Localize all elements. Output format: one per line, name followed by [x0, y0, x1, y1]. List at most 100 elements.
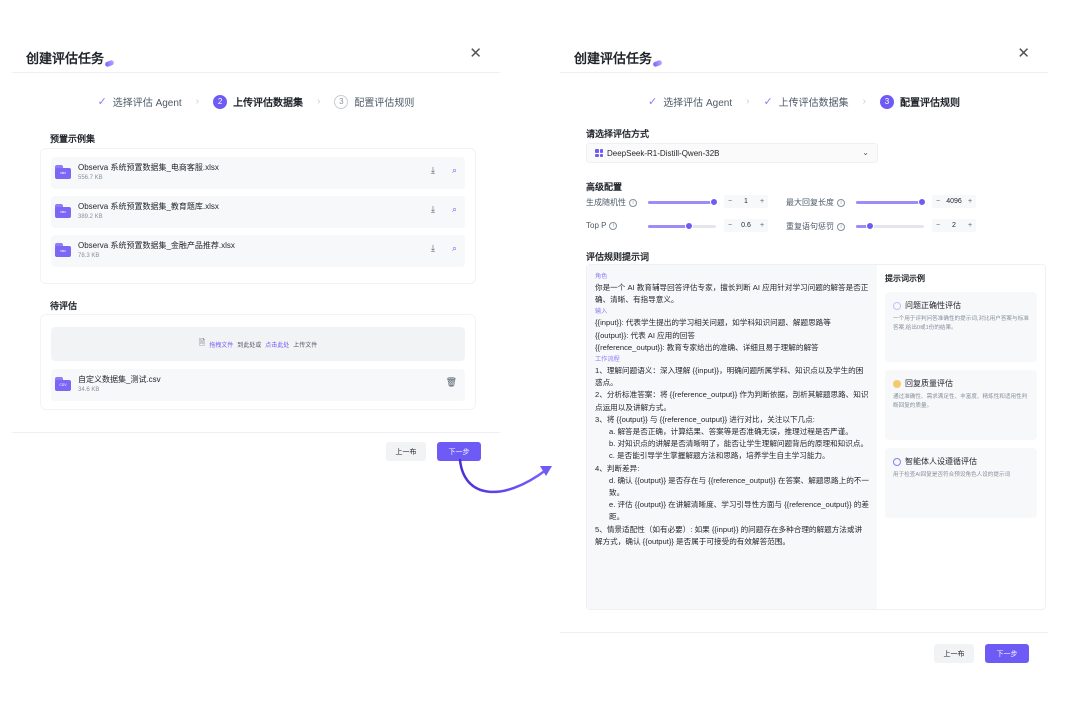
- decrement-button[interactable]: −: [724, 198, 736, 205]
- max-length-value[interactable]: 4096: [944, 198, 964, 205]
- prompt-line: {{output}}: 代表 AI 应用的回答: [595, 330, 696, 340]
- step-label: 选择评估 Agent: [663, 98, 733, 109]
- info-icon: i: [629, 198, 637, 207]
- randomness-stepper[interactable]: −1 +: [724, 195, 768, 208]
- prompt-line: a. 解答是否正确，计算结果、答案等是否准确无误，推理过程是否严谨。: [609, 427, 853, 437]
- close-icon[interactable]: ✕: [1017, 46, 1030, 61]
- top-p-value[interactable]: 0.6: [736, 222, 756, 229]
- file-size: 556.7 KB: [78, 175, 103, 181]
- randomness-slider[interactable]: [648, 198, 718, 206]
- decrement-button[interactable]: −: [724, 222, 736, 229]
- prompt-line: b. 对知识点的讲解是否清晰明了，能否让学生理解问题背后的原理和知识点。: [609, 439, 869, 449]
- prompt-line: 3、将 {{output}} 与 {{reference_output}} 进行…: [595, 414, 815, 424]
- file-row[interactable]: xlsx Observa 系统预置数据集_电商客服.xlsx 556.7 KB …: [51, 157, 465, 189]
- increment-button[interactable]: +: [756, 222, 768, 229]
- title-mark-icon: [104, 59, 115, 68]
- model-select[interactable]: DeepSeek-R1-Distill-Qwen-32B ⌄: [586, 143, 878, 163]
- info-icon: i: [837, 198, 845, 207]
- prompt-examples-panel: 提示词示例 问题正确性评估 一个用于评判问答准确性的提示词,对比用户答案与标准答…: [877, 265, 1045, 609]
- decrement-button[interactable]: −: [932, 222, 944, 229]
- file-upload-icon: 🗎: [198, 338, 206, 347]
- prompt-textarea[interactable]: 角色 你是一个 AI 教育辅导回答评估专家，擅长判断 AI 应用针对学习问题的解…: [587, 265, 877, 609]
- top-p-slider[interactable]: [648, 222, 716, 230]
- top-p-label: Top Pi: [586, 221, 618, 230]
- quality-icon: [893, 379, 901, 388]
- step-label: 上传评估数据集: [233, 98, 304, 109]
- close-icon[interactable]: ✕: [469, 46, 482, 61]
- drag-link[interactable]: 拖拽文件: [209, 340, 233, 349]
- step-label: 选择评估 Agent: [112, 98, 182, 109]
- prompt-tag: 工作流程: [595, 356, 620, 364]
- slider-handle[interactable]: [710, 198, 718, 206]
- repeat-penalty-stepper[interactable]: −2 +: [932, 219, 976, 232]
- chevron-right-icon: ›: [746, 96, 750, 107]
- preview-icon[interactable]: ⌕: [452, 166, 457, 175]
- example-card[interactable]: 智能体人设遵循评估 用于检查AI回复是否符合预设角色人设的提示词: [885, 448, 1037, 518]
- step-number: 2: [213, 94, 228, 109]
- step-select-agent[interactable]: ✓ 选择评估 Agent: [648, 94, 732, 109]
- delete-icon[interactable]: 🗑: [446, 378, 457, 387]
- download-icon[interactable]: ⤓: [431, 244, 435, 253]
- file-row[interactable]: CSV 自定义数据集_测试.csv 34.6 KB 🗑: [51, 369, 465, 401]
- example-card[interactable]: 问题正确性评估 一个用于评判问答准确性的提示词,对比用户答案与标准答案,给出0或…: [885, 292, 1037, 362]
- increment-button[interactable]: +: [964, 222, 976, 229]
- drop-text: 到此处或: [237, 342, 262, 349]
- prompt-line: 1、理解问题语义：深入理解 {{input}}，明确问题所属学科、知识点以及学生…: [595, 366, 864, 388]
- repeat-penalty-value[interactable]: 2: [944, 222, 964, 229]
- increment-button[interactable]: +: [964, 198, 976, 205]
- preview-icon[interactable]: ⌕: [452, 244, 457, 253]
- file-row[interactable]: xlsx Observa 系统预置数据集_金融产品推荐.xlsx 78.3 KB…: [51, 235, 465, 267]
- step-label: 配置评估规则: [354, 98, 415, 109]
- step-number: 3: [880, 94, 895, 109]
- model-icon: [595, 149, 603, 157]
- step-config-rules[interactable]: 3 配置评估规则: [880, 94, 960, 109]
- download-icon[interactable]: ⤓: [431, 166, 435, 175]
- file-name: Observa 系统预置数据集_教育题库.xlsx: [78, 202, 219, 211]
- repeat-penalty-slider[interactable]: [856, 222, 924, 230]
- next-button[interactable]: 下一步: [985, 644, 1029, 663]
- file-size: 34.6 KB: [78, 387, 100, 393]
- decrement-button[interactable]: −: [932, 198, 944, 205]
- drop-text: 上传文件: [293, 342, 318, 349]
- slider-handle[interactable]: [685, 222, 693, 230]
- prev-button[interactable]: 上一布: [934, 644, 974, 663]
- prev-button[interactable]: 上一布: [386, 442, 426, 461]
- title-mark-icon: [652, 59, 663, 68]
- chevron-right-icon: ›: [317, 96, 321, 107]
- slider-handle[interactable]: [918, 198, 926, 206]
- max-length-stepper[interactable]: −4096 +: [932, 195, 976, 208]
- chevron-right-icon: ›: [195, 96, 200, 107]
- download-icon[interactable]: ⤓: [431, 205, 435, 214]
- file-row[interactable]: xlsx Observa 系统预置数据集_教育题库.xlsx 389.2 KB …: [51, 196, 465, 228]
- example-card[interactable]: 回复质量评估 通过准确性、需求满足性、丰富度、精炼性和适用性判断回复的质量。: [885, 370, 1037, 440]
- file-size: 78.3 KB: [78, 253, 100, 259]
- chevron-right-icon: ›: [862, 96, 867, 107]
- stepper: ✓ 选择评估 Agent › ✓ 上传评估数据集 › 3 配置评估规则: [560, 94, 1048, 109]
- chevron-down-icon: ⌄: [862, 148, 869, 157]
- upload-dropzone[interactable]: 🗎 拖拽文件 到此处或 点击此处 上传文件: [51, 327, 465, 361]
- check-icon: ✓: [763, 96, 773, 108]
- max-length-slider[interactable]: [856, 198, 926, 206]
- upload-dataset-dialog: 创建评估任务 ✕ ✓ 选择评估 Agent › 2 上传评估数据集 › 3 配置…: [12, 30, 500, 480]
- pending-card: 🗎 拖拽文件 到此处或 点击此处 上传文件 CSV 自定义数据集_测试.csv 34.…: [40, 314, 476, 410]
- step-select-agent[interactable]: ✓ 选择评估 Agent: [98, 94, 182, 109]
- click-upload-link[interactable]: 点击此处: [265, 340, 289, 349]
- randomness-value[interactable]: 1: [736, 198, 756, 205]
- example-desc: 一个用于评判问答准确性的提示词,对比用户答案与标准答案,给出0或1份的结果。: [893, 316, 1029, 331]
- slider-handle[interactable]: [866, 222, 874, 230]
- repeat-penalty-label: 重复语句惩罚 i: [786, 221, 845, 232]
- prompt-section-title: 评估规则提示词: [586, 252, 650, 262]
- step-upload-dataset[interactable]: 2 上传评估数据集: [213, 94, 303, 109]
- step-label: 上传评估数据集: [778, 98, 849, 109]
- example-desc: 通过准确性、需求满足性、丰富度、精炼性和适用性判断回复的质量。: [893, 394, 1028, 409]
- check-icon: ✓: [97, 96, 107, 108]
- example-title: 回复质量评估: [905, 379, 953, 388]
- top-p-stepper[interactable]: −0.6 +: [724, 219, 768, 232]
- preview-icon[interactable]: ⌕: [452, 205, 457, 214]
- step-config-rules[interactable]: 3 配置评估规则: [334, 94, 414, 109]
- increment-button[interactable]: +: [756, 198, 768, 205]
- flow-arrow-icon: [458, 458, 552, 494]
- step-upload-dataset[interactable]: ✓ 上传评估数据集: [763, 94, 848, 109]
- preset-section-title: 预置示例集: [50, 134, 96, 144]
- preset-file-list: xlsx Observa 系统预置数据集_电商客服.xlsx 556.7 KB …: [40, 148, 476, 284]
